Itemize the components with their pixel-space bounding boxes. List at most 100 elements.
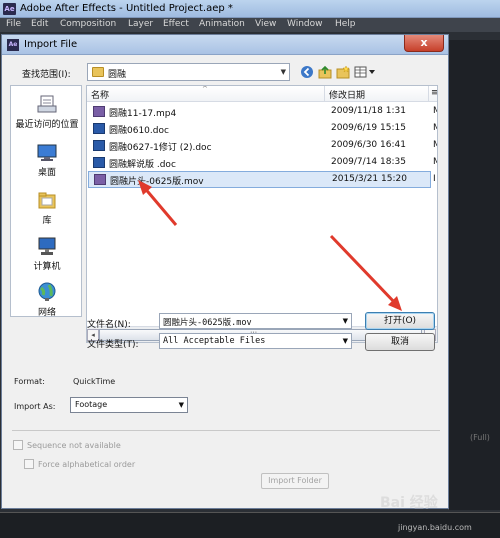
place-computer[interactable]: 计算机	[11, 236, 83, 272]
place-recent[interactable]: 最近访问的位置	[11, 94, 83, 130]
recent-places-icon	[37, 95, 57, 113]
chevron-down-icon: ▼	[280, 68, 286, 76]
doc-file-icon	[93, 157, 105, 168]
import-as-value: Footage	[75, 400, 108, 409]
file-type-value: All Acceptable Files	[163, 336, 266, 346]
place-label: 网络	[37, 308, 56, 318]
format-value: QuickTime	[73, 377, 116, 386]
menu-help[interactable]: Help	[335, 19, 356, 29]
column-header-modified-label: 修改日期	[329, 91, 366, 101]
video-file-icon	[93, 106, 105, 117]
menu-composition[interactable]: Composition	[60, 19, 116, 29]
menu-animation[interactable]: Animation	[199, 19, 245, 29]
force-alphabetical-label: Force alphabetical order	[38, 460, 136, 469]
baidu-watermark: Bai 经验	[380, 495, 438, 511]
look-in-label: 查找范围(I):	[22, 70, 71, 80]
column-header-modified[interactable]: 修改日期	[325, 86, 429, 102]
menu-layer[interactable]: Layer	[128, 19, 153, 29]
resolution-label[interactable]: (Full)	[470, 433, 490, 442]
places-bar: 最近访问的位置 桌面 库 计算机 网络	[10, 85, 83, 318]
import-as-label: Import As:	[14, 402, 56, 411]
file-row[interactable]: 圆融0627-1修订 (2).doc 2009/6/30 16:41 M	[87, 137, 437, 154]
file-extra: I	[433, 174, 436, 184]
folder-icon	[92, 67, 104, 77]
new-folder-icon[interactable]	[336, 65, 350, 79]
place-libraries[interactable]: 库	[11, 190, 83, 226]
file-name-value: 圆融片头-0625版.mov	[163, 318, 252, 328]
file-list[interactable]: 名称 ^ 修改日期 ≡ 圆融11-17.mp4 2009/11/18 1:31 …	[86, 85, 438, 343]
cancel-button[interactable]: 取消	[365, 333, 435, 351]
force-alphabetical-checkbox[interactable]	[24, 459, 34, 469]
column-header-extra-label: ≡	[431, 88, 438, 98]
file-extra: M	[433, 140, 437, 150]
close-button[interactable]: x	[404, 35, 444, 52]
menu-effect[interactable]: Effect	[163, 19, 189, 29]
sequence-checkbox[interactable]	[13, 440, 23, 450]
doc-file-icon	[93, 123, 105, 134]
computer-icon	[38, 237, 56, 255]
chevron-down-icon: ▼	[342, 337, 348, 345]
file-date: 2009/6/19 15:15	[331, 123, 406, 133]
place-network[interactable]: 网络	[11, 282, 83, 318]
video-file-icon	[94, 174, 106, 185]
desktop-icon	[37, 144, 57, 161]
chevron-down-icon: ▼	[178, 401, 184, 409]
format-label: Format:	[14, 377, 45, 386]
view-menu-icon[interactable]	[354, 65, 376, 79]
app-title: Adobe After Effects - Untitled Project.a…	[20, 3, 233, 14]
sequence-label: Sequence not available	[27, 441, 121, 450]
column-header-extra[interactable]: ≡	[429, 86, 438, 102]
up-folder-icon[interactable]	[318, 65, 332, 79]
open-button[interactable]: 打开(O)	[365, 312, 435, 330]
sort-ascending-icon: ^	[202, 85, 208, 93]
column-header-name[interactable]: 名称 ^	[87, 86, 325, 102]
place-label: 计算机	[33, 262, 61, 272]
chevron-down-icon[interactable]: ▼	[343, 317, 348, 325]
after-effects-logo-icon: Ae	[7, 39, 19, 51]
file-row[interactable]: 圆融11-17.mp4 2009/11/18 1:31 M	[87, 103, 437, 120]
file-name-label: 文件名(N):	[87, 320, 131, 330]
file-name: 圆融解说版 .doc	[109, 160, 176, 170]
file-name: 圆融0627-1修订 (2).doc	[109, 143, 212, 153]
menu-view[interactable]: View	[255, 19, 276, 29]
place-desktop[interactable]: 桌面	[11, 142, 83, 178]
import-as-select[interactable]: Footage ▼	[70, 397, 188, 413]
file-row-selected[interactable]: 圆融片头-0625版.mov 2015/3/21 15:20	[88, 171, 431, 188]
dialog-title: Import File	[24, 39, 78, 50]
file-date: 2009/11/18 1:31	[331, 106, 406, 116]
menu-edit[interactable]: Edit	[31, 19, 48, 29]
file-date: 2015/3/21 15:20	[332, 174, 407, 184]
import-folder-button[interactable]: Import Folder	[261, 473, 329, 489]
file-extra: M	[433, 106, 437, 116]
network-icon	[38, 282, 56, 301]
dialog-title-bar: Ae Import File x	[2, 35, 448, 55]
app-title-bar: Ae Adobe After Effects - Untitled Projec…	[0, 0, 500, 18]
place-label: 桌面	[37, 168, 56, 178]
file-date: 2009/7/14 18:35	[331, 157, 406, 167]
libraries-icon	[38, 192, 56, 209]
place-label: 库	[42, 216, 52, 226]
menu-file[interactable]: File	[6, 19, 21, 29]
options-separator	[12, 430, 440, 431]
back-icon[interactable]	[300, 65, 314, 79]
column-header-name-label: 名称	[91, 91, 110, 101]
baidu-watermark-url: jingyan.baidu.com	[398, 523, 472, 532]
file-row[interactable]: 圆融解说版 .doc 2009/7/14 18:35 M	[87, 154, 437, 171]
file-extra: M	[433, 123, 437, 133]
menu-window[interactable]: Window	[287, 19, 323, 29]
import-file-dialog: Ae Import File x 查找范围(I): 圆融 ▼ 最近访问的位置 桌…	[1, 34, 449, 509]
file-type-select[interactable]: All Acceptable Files ▼	[159, 333, 352, 349]
file-name: 圆融0610.doc	[109, 126, 169, 136]
menu-bar: File Edit Composition Layer Effect Anima…	[0, 18, 500, 32]
file-row[interactable]: 圆融0610.doc 2009/6/19 15:15 M	[87, 120, 437, 137]
file-name: 圆融11-17.mp4	[109, 109, 177, 119]
file-name-input[interactable]: 圆融片头-0625版.mov ▼	[159, 313, 352, 329]
look-in-dropdown[interactable]: 圆融 ▼	[87, 63, 290, 81]
after-effects-logo-icon: Ae	[3, 3, 16, 15]
file-name: 圆融片头-0625版.mov	[110, 177, 204, 187]
file-date: 2009/6/30 16:41	[331, 140, 406, 150]
doc-file-icon	[93, 140, 105, 151]
place-label: 最近访问的位置	[15, 120, 79, 130]
file-type-label: 文件类型(T):	[87, 340, 139, 350]
file-extra: M	[433, 157, 437, 167]
